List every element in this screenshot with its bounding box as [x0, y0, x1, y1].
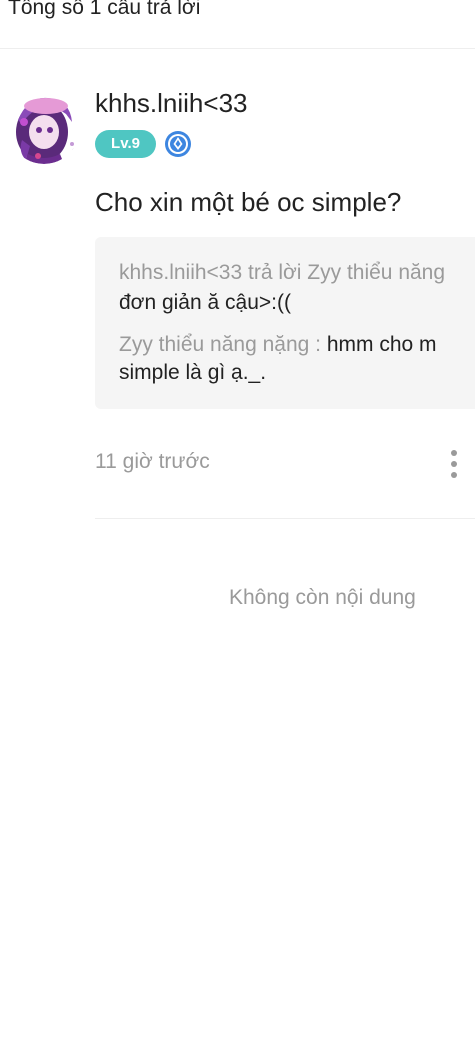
- quote-reply-text: hmm cho m: [326, 333, 437, 356]
- answer-count-title: Tổng số 1 câu trả lời: [8, 0, 201, 19]
- timestamp: 11 giờ trước: [95, 450, 210, 473]
- username[interactable]: khhs.lniih<33: [95, 88, 248, 119]
- avatar-image: [8, 92, 80, 164]
- verified-badge-icon: [164, 130, 192, 158]
- answers-header: Tổng số 1 câu trả lời: [0, 0, 475, 49]
- more-vertical-icon[interactable]: [440, 444, 468, 484]
- level-badge: Lv.9: [95, 130, 156, 158]
- quote-reply-continued: simple là gì ạ._.: [119, 361, 267, 384]
- quote-reply: Zyy thiểu năng nặng : hmm cho m: [119, 331, 437, 359]
- quote-reply-author: Zyy thiểu năng nặng :: [119, 333, 327, 356]
- avatar[interactable]: [8, 92, 80, 164]
- quote-original-text: đơn giản ă cậu>:((: [119, 291, 291, 314]
- answers-page: Tổng số 1 câu trả lời khhs.lniih<33 Lv.9…: [0, 0, 475, 1056]
- no-more-content-label: Không còn nội dung: [229, 586, 416, 609]
- divider: [95, 518, 475, 519]
- answer-text: Cho xin một bé oc simple?: [95, 187, 402, 217]
- quoted-reply-box[interactable]: khhs.lniih<33 trả lời Zyy thiểu năng đơn…: [95, 237, 475, 409]
- quote-header: khhs.lniih<33 trả lời Zyy thiểu năng: [119, 261, 446, 284]
